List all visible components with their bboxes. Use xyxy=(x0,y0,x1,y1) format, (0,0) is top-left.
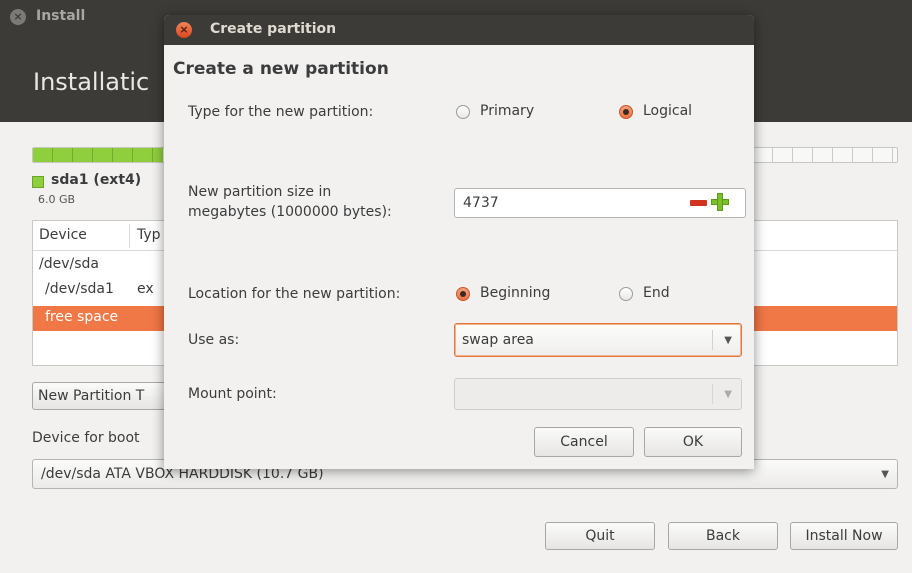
dialog-titlebar: × Create partition xyxy=(164,15,754,45)
partition-size-spinbox[interactable]: 4737 xyxy=(454,188,746,218)
main-close-icon[interactable]: × xyxy=(10,9,26,25)
chevron-down-icon: ▼ xyxy=(724,335,732,346)
column-header-type[interactable]: Typ xyxy=(137,227,161,243)
size-label-line2: megabytes (1000000 bytes): xyxy=(188,204,392,220)
cancel-button[interactable]: Cancel xyxy=(534,427,634,457)
radio-selected-icon xyxy=(619,105,633,119)
close-icon[interactable]: × xyxy=(176,22,192,38)
radio-icon xyxy=(456,105,470,119)
new-partition-table-button[interactable]: New Partition T xyxy=(32,382,172,410)
chevron-down-icon: ▼ xyxy=(724,389,732,400)
type-cell: ex xyxy=(137,281,154,297)
size-label-line1: New partition size in xyxy=(188,184,332,200)
partition-color-swatch xyxy=(32,176,44,188)
create-partition-dialog: × Create partition Create a new partitio… xyxy=(164,15,754,469)
partition-size-value: 4737 xyxy=(463,195,499,211)
device-cell: free space xyxy=(45,309,119,325)
device-cell: /dev/sda xyxy=(39,256,99,272)
page-title: Installatic xyxy=(33,68,150,96)
mount-point-combo: ▼ xyxy=(454,378,742,410)
dialog-title: Create partition xyxy=(210,21,337,37)
location-label: Location for the new partition: xyxy=(188,286,401,302)
use-as-value: swap area xyxy=(462,332,534,348)
partition-type-label: Type for the new partition: xyxy=(188,104,374,120)
install-now-button[interactable]: Install Now xyxy=(790,522,898,550)
device-cell: /dev/sda1 xyxy=(45,281,114,297)
dialog-heading: Create a new partition xyxy=(173,59,389,79)
back-button[interactable]: Back xyxy=(668,522,778,550)
column-header-device[interactable]: Device xyxy=(39,227,87,243)
plus-icon[interactable] xyxy=(711,193,729,211)
boot-device-label: Device for boot xyxy=(32,430,140,446)
chevron-down-icon: ▼ xyxy=(881,469,889,480)
main-window-title: Install xyxy=(36,8,86,24)
use-as-select[interactable]: swap area ▼ xyxy=(454,323,742,357)
mount-point-label: Mount point: xyxy=(188,386,277,402)
minus-icon[interactable] xyxy=(690,198,707,208)
ok-button[interactable]: OK xyxy=(644,427,742,457)
radio-icon xyxy=(619,287,633,301)
use-as-label: Use as: xyxy=(188,332,240,348)
radio-selected-icon xyxy=(456,287,470,301)
partition-legend-size: 6.0 GB xyxy=(38,193,76,206)
quit-button[interactable]: Quit xyxy=(545,522,655,550)
partition-legend-name: sda1 (ext4) xyxy=(51,172,142,188)
